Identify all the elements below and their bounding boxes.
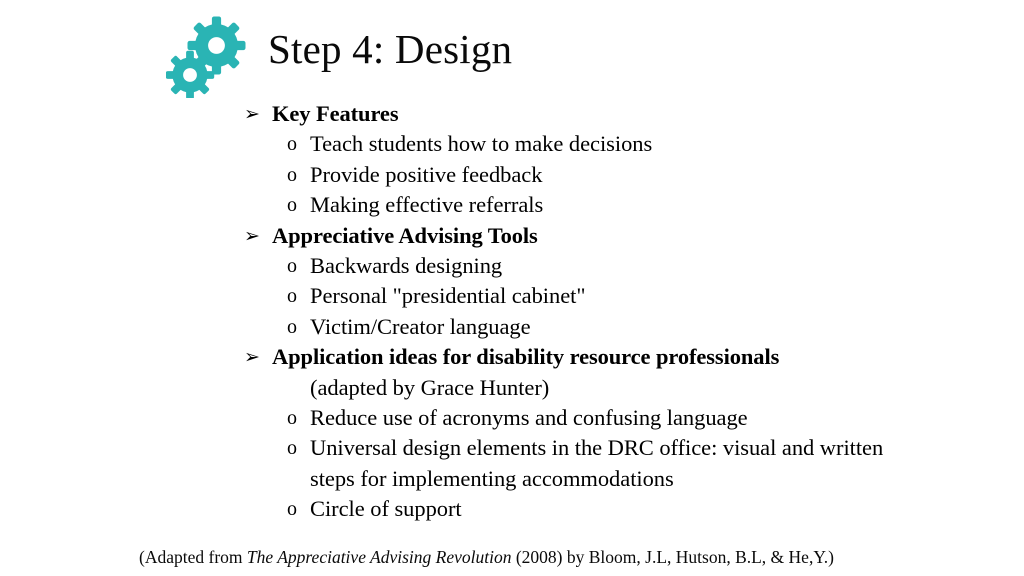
circle-bullet-icon: o	[287, 133, 297, 156]
circle-bullet-icon: o	[287, 437, 297, 460]
list-item-label: Key Features	[272, 101, 399, 126]
citation-prefix: (Adapted from	[139, 547, 247, 567]
slide-canvas: Step 4: Design ➢ Key Features o Teach st…	[0, 0, 1024, 576]
arrow-bullet-icon: ➢	[244, 224, 260, 247]
list-item: ➢ Key Features	[0, 99, 1024, 129]
list-item: o Reduce use of acronyms and confusing l…	[0, 403, 1024, 433]
gears-icon	[166, 16, 250, 98]
list-item: o Victim/Creator language	[0, 312, 1024, 342]
list-item: o Making effective referrals	[0, 190, 1024, 220]
list-item-label: Backwards designing	[310, 252, 503, 278]
list-item: o Universal design elements in the DRC o…	[0, 433, 1024, 463]
circle-bullet-icon: o	[287, 194, 297, 217]
circle-bullet-icon: o	[287, 315, 297, 338]
citation-suffix: (2008) by Bloom, J.L, Hutson, B.L, & He,…	[511, 547, 834, 567]
circle-bullet-icon: o	[287, 498, 297, 521]
list-item: o Provide positive feedback	[0, 160, 1024, 190]
list-item-label: Personal "presidential cabinet"	[310, 283, 586, 309]
list-item-label: Universal design elements in the DRC off…	[310, 435, 884, 461]
arrow-bullet-icon: ➢	[244, 346, 260, 369]
page-title: Step 4: Design	[268, 26, 513, 72]
title-block: Step 4: Design	[0, 0, 1024, 100]
list-item: o Teach students how to make decisions	[0, 129, 1024, 159]
list-item-label: (adapted by Grace Hunter)	[310, 374, 550, 400]
list-item-label: Teach students how to make decisions	[310, 131, 653, 157]
list-item-label: Making effective referrals	[310, 192, 544, 218]
citation-book-title: The Appreciative Advising Revolution	[246, 547, 512, 567]
list-item: o Personal "presidential cabinet"	[0, 281, 1024, 311]
list-item-continuation: (adapted by Grace Hunter)	[0, 373, 1024, 403]
list-item: o Backwards designing	[0, 251, 1024, 281]
list-item: ➢ Appreciative Advising Tools	[0, 221, 1024, 251]
list-item-label: Victim/Creator language	[310, 313, 531, 339]
list-item-continuation: steps for implementing accommodations	[0, 464, 1024, 494]
circle-bullet-icon: o	[287, 254, 297, 277]
footer-citation: (Adapted from The Appreciative Advising …	[139, 546, 834, 568]
circle-bullet-icon: o	[287, 285, 297, 308]
list-item-label: Circle of support	[310, 496, 462, 522]
list-item-label: steps for implementing accommodations	[310, 465, 674, 491]
circle-bullet-icon: o	[287, 406, 297, 429]
list-item-label: Application ideas for disability resourc…	[272, 344, 780, 370]
bullet-list: ➢ Key Features o Teach students how to m…	[0, 99, 1024, 524]
list-item: ➢ Application ideas for disability resou…	[0, 342, 1024, 372]
list-item: o Circle of support	[0, 494, 1024, 524]
list-item-label: Appreciative Advising Tools	[272, 222, 538, 248]
arrow-bullet-icon: ➢	[244, 103, 260, 125]
list-item-label: Provide positive feedback	[310, 161, 543, 187]
list-item-label: Reduce use of acronyms and confusing lan…	[310, 404, 748, 430]
circle-bullet-icon: o	[287, 163, 297, 186]
